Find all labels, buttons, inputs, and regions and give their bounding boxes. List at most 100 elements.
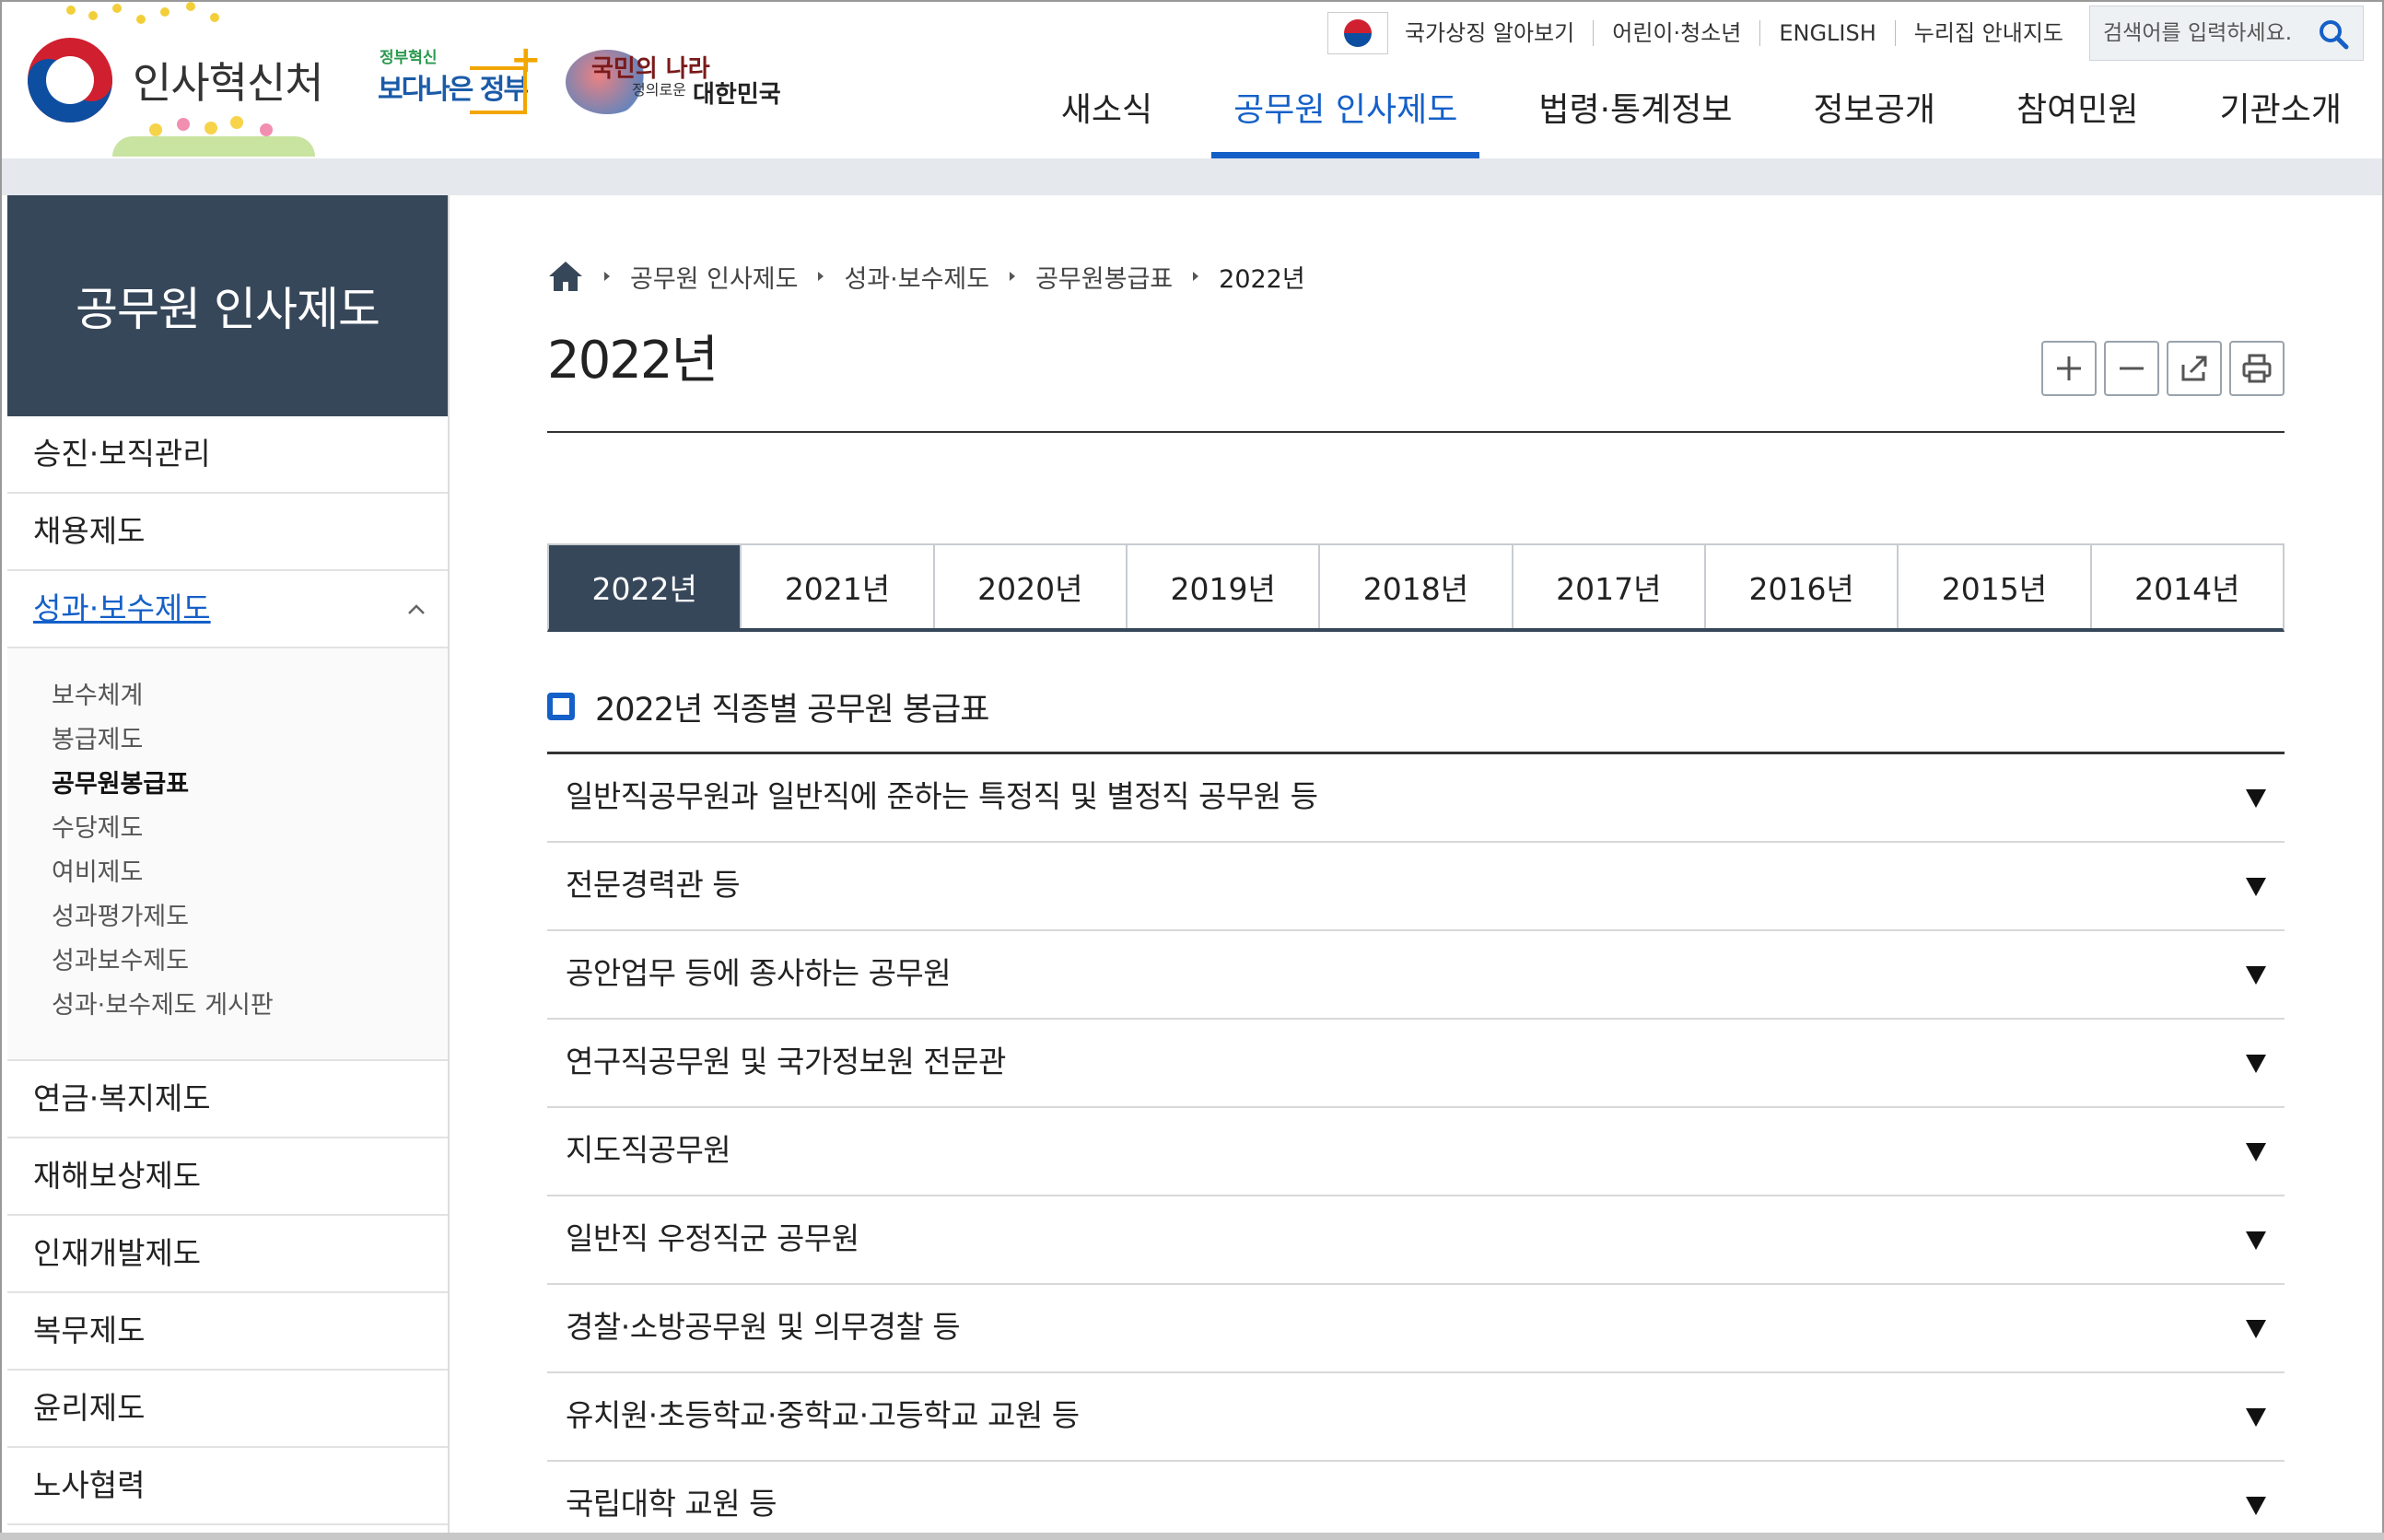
square-bullet-icon	[547, 693, 575, 720]
main-navigation: 새소식 공무원 인사제도 법령·통계정보 정보공개 참여민원 기관소개	[1021, 85, 2382, 158]
tab-2014[interactable]: 2014년	[2091, 545, 2283, 628]
tab-2022[interactable]: 2022년	[549, 545, 742, 628]
sitemap-link[interactable]: 누리집 안내지도	[1894, 20, 2082, 46]
expand-arrow-icon	[2246, 1320, 2266, 1338]
sidebar-item-service[interactable]: 복무제도	[7, 1293, 448, 1371]
gnb-info-disclosure[interactable]: 정보공개	[1773, 85, 1976, 158]
breadcrumb-item[interactable]: 공무원 인사제도	[630, 259, 798, 295]
zoom-out-icon	[2120, 367, 2144, 370]
print-icon	[2242, 354, 2272, 383]
sidebar-item-labor-relations[interactable]: 노사협력	[7, 1448, 448, 1525]
tab-2015[interactable]: 2015년	[1899, 545, 2092, 628]
submenu-performance-evaluation[interactable]: 성과평가제도	[52, 895, 448, 939]
tab-2016[interactable]: 2016년	[1705, 545, 1899, 628]
accordion-item[interactable]: 유치원·초등학교·중학교·고등학교 교원 등	[547, 1373, 2285, 1462]
zoom-in-button[interactable]	[2041, 341, 2097, 396]
zoom-out-button[interactable]	[2104, 341, 2159, 396]
expand-arrow-icon	[2246, 966, 2266, 985]
gnb-news[interactable]: 새소식	[1021, 85, 1193, 158]
submenu-allowance[interactable]: 수당제도	[52, 807, 448, 851]
home-icon[interactable]	[547, 260, 584, 293]
breadcrumb-current: 2022년	[1219, 264, 1305, 294]
print-button[interactable]	[2229, 341, 2285, 396]
page-tools	[2041, 341, 2285, 396]
plus-mark-icon: +	[510, 39, 542, 81]
title-divider	[547, 431, 2285, 433]
section-title: 2022년 직종별 공무원 봉급표	[595, 691, 989, 729]
gnb-law-statistics[interactable]: 법령·통계정보	[1498, 85, 1772, 158]
salary-table-accordion: 일반직공무원과 일반직에 준하는 특정직 및 별정직 공무원 등 전문경력관 등…	[547, 752, 2285, 1540]
section-heading: 2022년 직종별 공무원 봉급표	[547, 683, 989, 729]
expand-arrow-icon	[2246, 1143, 2266, 1161]
utility-bar: 국가상징 알아보기 어린이·청소년 ENGLISH 누리집 안내지도	[1309, 6, 2364, 61]
side-nav-title: 공무원 인사제도	[7, 195, 448, 416]
submenu-salary-table[interactable]: 공무원봉급표	[52, 763, 448, 807]
government-innovation-logo[interactable]: 정부혁신 보다나은 정부 +	[374, 39, 542, 122]
tab-2021[interactable]: 2021년	[742, 545, 935, 628]
accordion-item[interactable]: 전문경력관 등	[547, 843, 2285, 931]
zoom-in-icon	[2057, 356, 2081, 380]
expand-arrow-icon	[2246, 1055, 2266, 1073]
sidebar-submenu: 보수체계 봉급제도 공무원봉급표 수당제도 여비제도 성과평가제도 성과보수제도…	[7, 648, 448, 1061]
breadcrumb: 공무원 인사제도 성과·보수제도 공무원봉급표 2022년	[547, 258, 1305, 295]
submenu-board[interactable]: 성과·보수제도 게시판	[52, 984, 448, 1028]
page-title: 2022년	[547, 331, 719, 391]
sidebar-item-talent-development[interactable]: 인재개발제도	[7, 1216, 448, 1293]
sidebar-item-recruitment[interactable]: 채용제도	[7, 494, 448, 571]
accordion-item[interactable]: 일반직공무원과 일반직에 준하는 특정직 및 별정직 공무원 등	[547, 754, 2285, 843]
accordion-item[interactable]: 공안업무 등에 종사하는 공무원	[547, 931, 2285, 1020]
search-icon[interactable]	[2317, 18, 2350, 51]
breadcrumb-separator-icon	[1193, 272, 1199, 281]
chevron-up-icon	[408, 604, 425, 614]
sidebar-item-promotion[interactable]: 승진·보직관리	[7, 416, 448, 494]
search-input[interactable]	[2103, 18, 2315, 49]
submenu-pay-structure[interactable]: 보수체계	[52, 674, 448, 718]
breadcrumb-separator-icon	[604, 272, 610, 281]
expand-arrow-icon	[2246, 1231, 2266, 1250]
submenu-performance-pay[interactable]: 성과보수제도	[52, 939, 448, 984]
gnb-participation[interactable]: 참여민원	[1976, 85, 2179, 158]
expand-arrow-icon	[2246, 1497, 2266, 1515]
breadcrumb-item[interactable]: 공무원봉급표	[1035, 259, 1173, 295]
expand-arrow-icon	[2246, 878, 2266, 896]
taegukgi-icon	[1326, 12, 1388, 54]
sidebar-item-accident-compensation[interactable]: 재해보상제도	[7, 1138, 448, 1216]
accordion-item[interactable]: 일반직 우정직군 공무원	[547, 1196, 2285, 1285]
accordion-item[interactable]: 지도직공무원	[547, 1108, 2285, 1196]
sidebar-item-performance-pay[interactable]: 성과·보수제도	[7, 571, 448, 648]
share-icon	[2181, 356, 2207, 381]
submenu-salary-system[interactable]: 봉급제도	[52, 718, 448, 763]
english-link[interactable]: ENGLISH	[1759, 20, 1894, 46]
side-navigation: 공무원 인사제도 승진·보직관리 채용제도 성과·보수제도 보수체계 봉급제도 …	[7, 195, 450, 1540]
tab-2020[interactable]: 2020년	[934, 545, 1128, 628]
accordion-item[interactable]: 국립대학 교원 등	[547, 1462, 2285, 1540]
accordion-item[interactable]: 경찰·소방공무원 및 의무경찰 등	[547, 1285, 2285, 1373]
sidebar-item-pension-welfare[interactable]: 연금·복지제도	[7, 1061, 448, 1138]
tab-2019[interactable]: 2019년	[1127, 545, 1321, 628]
breadcrumb-separator-icon	[818, 272, 824, 281]
gnb-personnel-system[interactable]: 공무원 인사제도	[1193, 85, 1498, 158]
national-slogan-logo[interactable]: 국민의 나라 정의로운 대한민국	[566, 37, 787, 120]
site-header: 인사혁신처 정부혁신 보다나은 정부 + 국민의 나라 정의로운 대한민국 국가…	[0, 0, 2384, 158]
org-name: 인사혁신처	[133, 58, 324, 108]
forsythia-decoration	[57, 2, 241, 39]
gnb-about[interactable]: 기관소개	[2179, 85, 2382, 158]
kids-link[interactable]: 어린이·청소년	[1593, 20, 1759, 46]
main-content: 공무원 인사제도 성과·보수제도 공무원봉급표 2022년 2022년 2022…	[547, 195, 2285, 1540]
expand-arrow-icon	[2246, 1408, 2266, 1427]
share-button[interactable]	[2167, 341, 2222, 396]
sidebar-item-ethics[interactable]: 윤리제도	[7, 1371, 448, 1448]
breadcrumb-item[interactable]: 성과·보수제도	[844, 259, 989, 295]
tab-2018[interactable]: 2018년	[1320, 545, 1513, 628]
window-frame	[0, 0, 2, 1540]
header-divider-band	[0, 158, 2384, 195]
search-box	[2089, 6, 2364, 61]
expand-arrow-icon	[2246, 789, 2266, 808]
spring-decoration	[112, 111, 315, 157]
national-symbol-link[interactable]: 국가상징 알아보기	[1309, 12, 1593, 54]
tab-2017[interactable]: 2017년	[1513, 545, 1706, 628]
window-frame	[0, 1533, 2384, 1540]
accordion-item[interactable]: 연구직공무원 및 국가정보원 전문관	[547, 1020, 2285, 1108]
taegeuk-emblem-icon	[28, 38, 112, 122]
submenu-travel-expense[interactable]: 여비제도	[52, 851, 448, 895]
